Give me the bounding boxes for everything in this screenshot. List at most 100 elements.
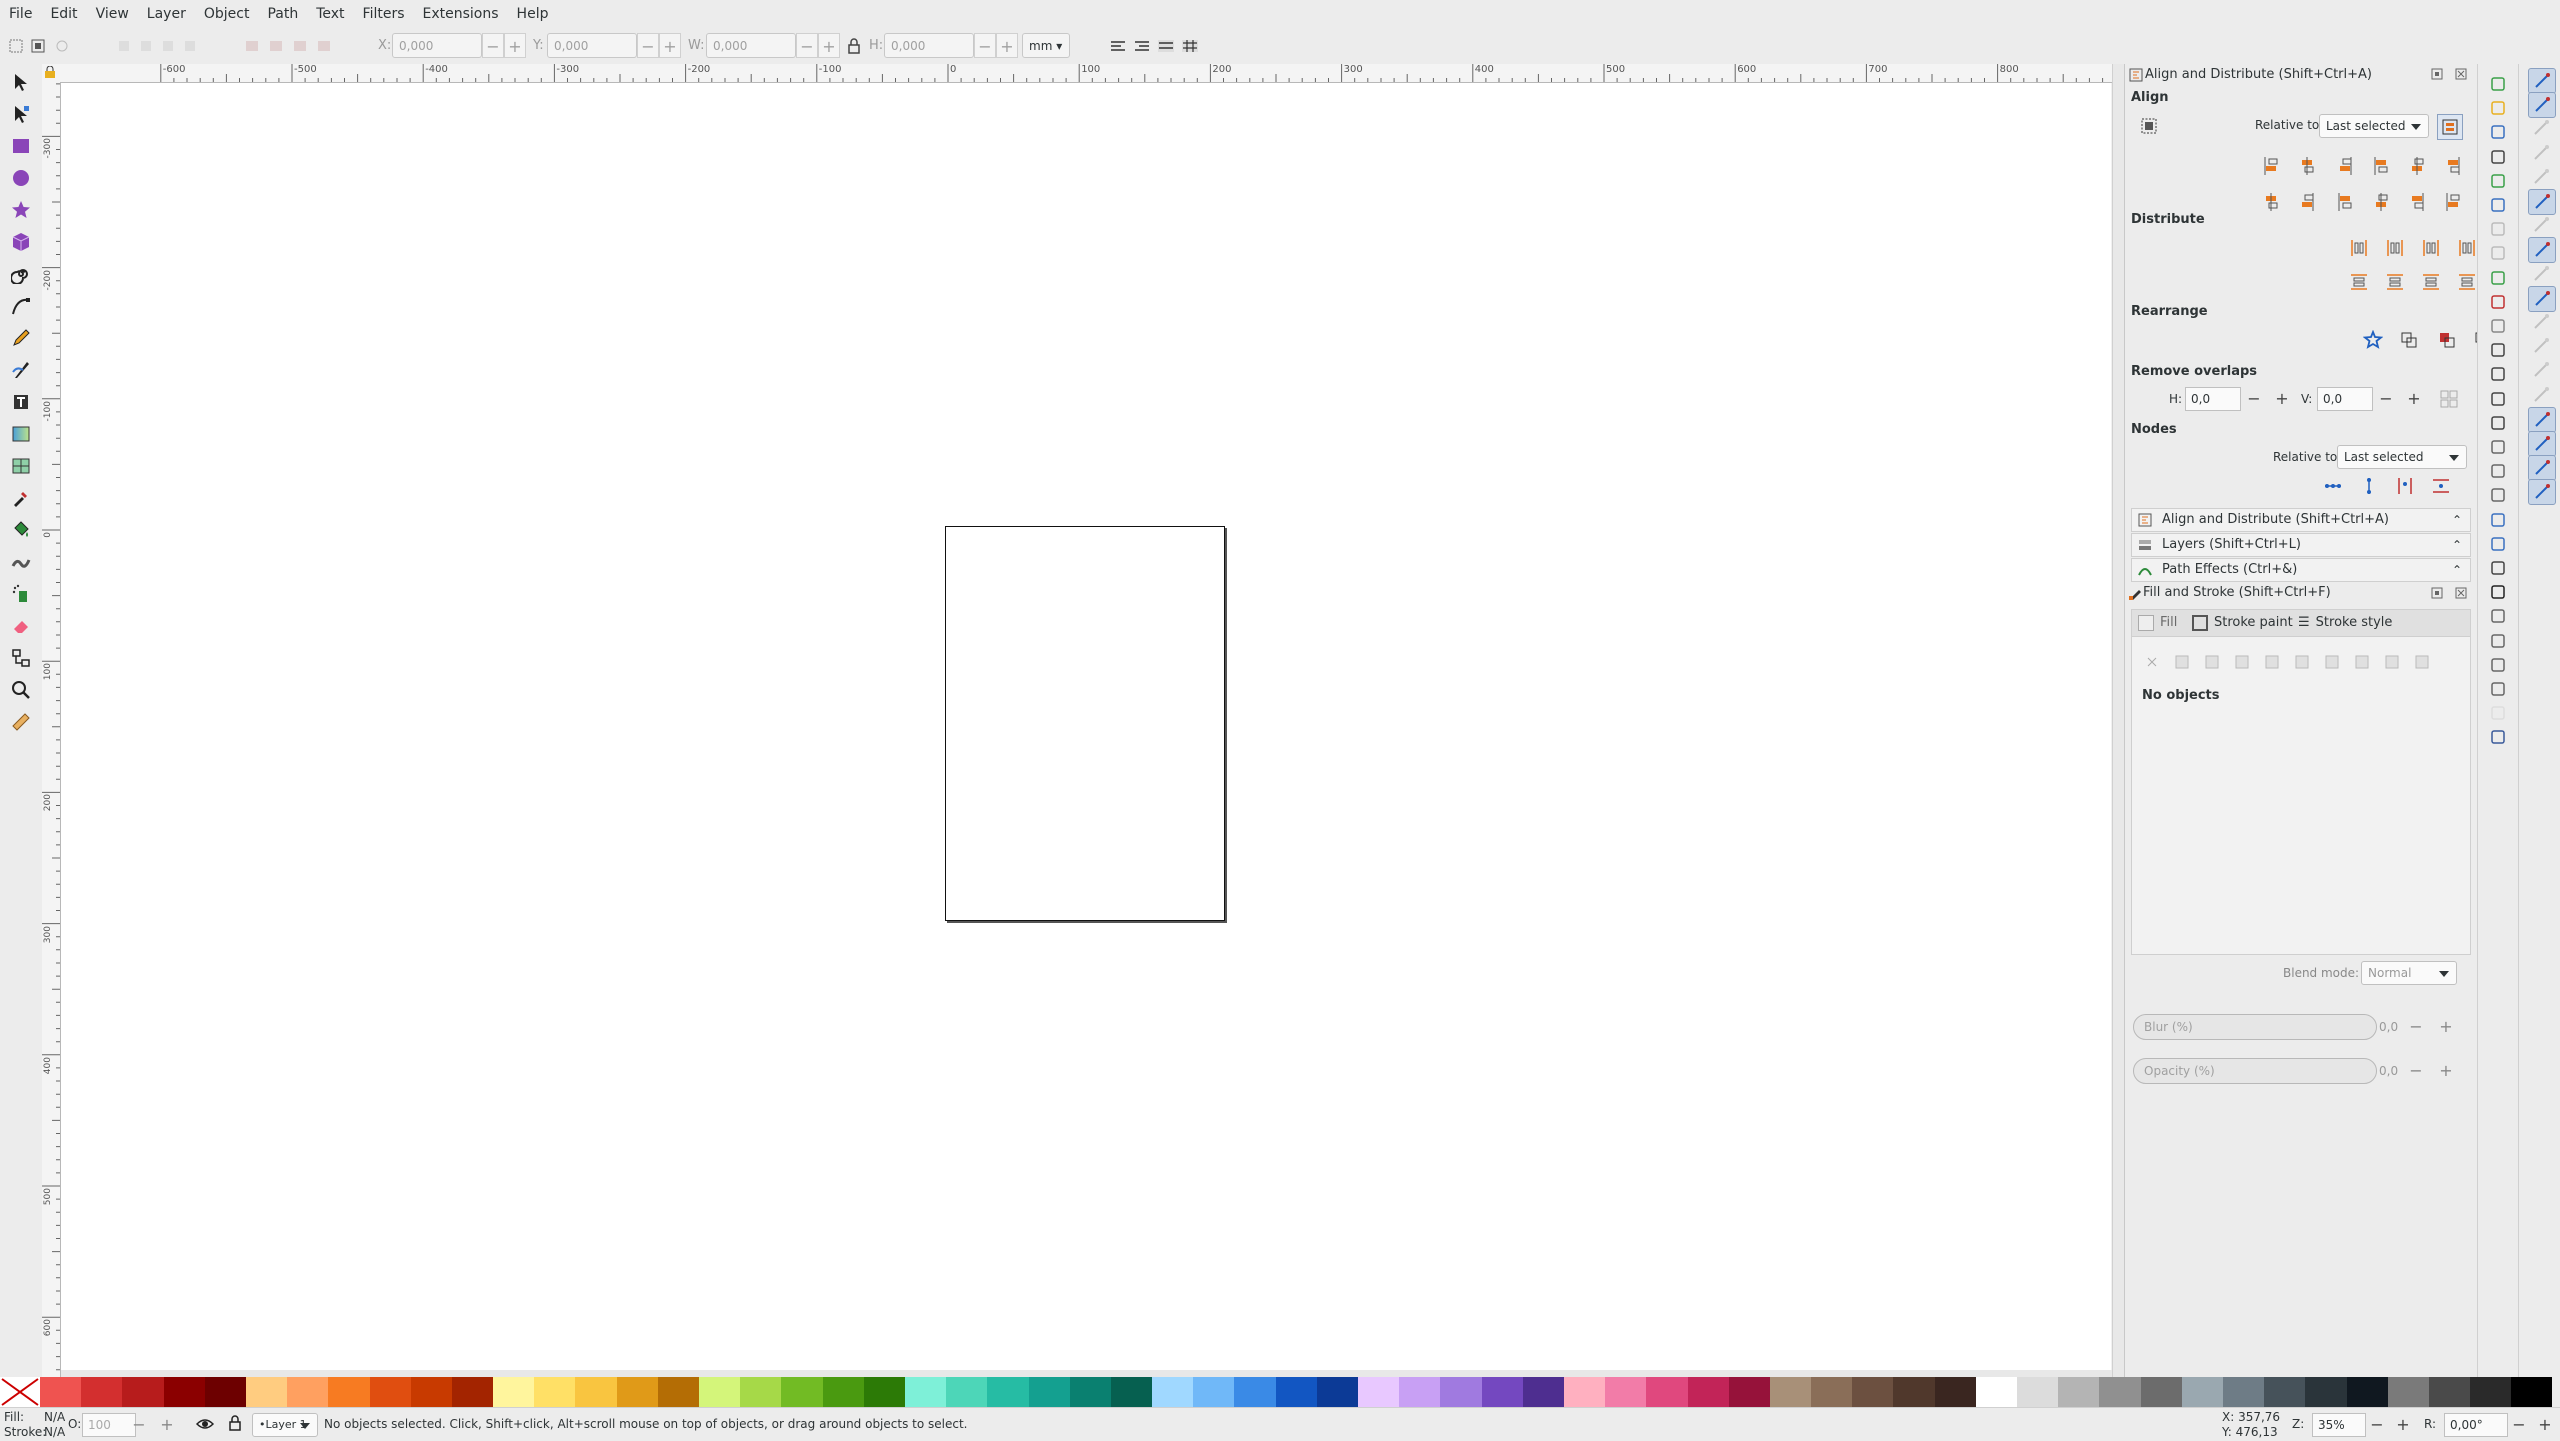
heart-icon[interactable] xyxy=(2410,650,2434,674)
h-field[interactable]: 0,000 xyxy=(884,33,974,58)
palette-swatch[interactable] xyxy=(2305,1377,2347,1407)
gradient-tool-icon[interactable] xyxy=(7,420,35,448)
palette-swatch[interactable] xyxy=(1152,1377,1194,1407)
x-increment-button[interactable]: + xyxy=(504,33,526,58)
overlap-h-field[interactable]: 0,0 xyxy=(2185,387,2241,411)
exchange-positions-icon[interactable] xyxy=(2361,328,2385,352)
palette-swatch[interactable] xyxy=(2470,1377,2512,1407)
palette-swatch[interactable] xyxy=(1275,1377,1317,1407)
snap-object-center-icon[interactable] xyxy=(2528,358,2554,382)
palette-swatch[interactable] xyxy=(2140,1377,2182,1407)
lock-proportions-icon[interactable] xyxy=(842,34,866,58)
menu-layer[interactable]: Layer xyxy=(138,0,195,28)
palette-swatch[interactable] xyxy=(1646,1377,1688,1407)
zoom-tool-icon[interactable] xyxy=(7,676,35,704)
rotation-field[interactable]: 0,00° xyxy=(2444,1413,2508,1437)
close-icon[interactable] xyxy=(2455,68,2467,84)
transform-patterns-icon[interactable] xyxy=(1178,34,1202,58)
nodes-relative-select[interactable]: Last selected xyxy=(2337,445,2467,469)
rectangle-tool-icon[interactable] xyxy=(7,132,35,160)
overlap-h-decrement[interactable]: − xyxy=(2243,387,2265,411)
duplicate-icon[interactable] xyxy=(2488,437,2508,457)
palette-swatch[interactable] xyxy=(1728,1377,1770,1407)
align-right-edges-icon[interactable] xyxy=(2371,154,2395,178)
xml-editor-icon[interactable] xyxy=(2488,631,2508,651)
paint-bucket-tool-icon[interactable] xyxy=(7,516,35,544)
connector-tool-icon[interactable] xyxy=(7,644,35,672)
no-paint-icon[interactable] xyxy=(2140,650,2164,674)
tweak-tool-icon[interactable] xyxy=(7,548,35,576)
distribute-nodes-vertical-icon[interactable] xyxy=(2429,474,2453,498)
distribute-bottom-edges-icon[interactable] xyxy=(2419,270,2443,294)
snap-text-baseline-icon[interactable] xyxy=(2528,406,2556,433)
rotate-cw-icon[interactable] xyxy=(134,34,158,58)
align-top-edges-icon[interactable] xyxy=(2297,190,2321,214)
snap-nodes-icon[interactable] xyxy=(2528,213,2554,237)
palette-swatch[interactable] xyxy=(245,1377,288,1407)
zoom-selection-icon[interactable] xyxy=(2488,340,2508,360)
tab-stroke-style[interactable]: ☰ Stroke style xyxy=(2298,610,2392,636)
ellipse-tool-icon[interactable] xyxy=(7,164,35,192)
undock-icon[interactable] xyxy=(2431,68,2443,84)
palette-swatch[interactable] xyxy=(204,1377,246,1407)
collapsed-path-effects-dialog[interactable]: Path Effects (Ctrl+&) ⌃ xyxy=(2131,558,2471,582)
palette-swatch[interactable] xyxy=(822,1377,864,1407)
distribute-left-edges-icon[interactable] xyxy=(2347,236,2371,260)
palette-swatch[interactable] xyxy=(1769,1377,1812,1407)
palette-swatch[interactable] xyxy=(1975,1377,2017,1407)
palette-swatch[interactable] xyxy=(946,1377,988,1407)
zoom-page-icon[interactable] xyxy=(2488,389,2508,409)
redo-icon[interactable] xyxy=(2488,243,2508,263)
paste-icon[interactable] xyxy=(2488,316,2508,336)
pencil-tool-icon[interactable] xyxy=(7,324,35,352)
blend-mode-select[interactable]: Normal xyxy=(2361,961,2457,985)
collapsed-layers-dialog[interactable]: Layers (Shift+Ctrl+L) ⌃ xyxy=(2131,533,2471,557)
exchange-stacking-order-icon[interactable] xyxy=(2435,328,2459,352)
unlink-clone-icon[interactable] xyxy=(2488,485,2508,505)
distribute-top-edges-icon[interactable] xyxy=(2347,270,2371,294)
document-page[interactable] xyxy=(945,526,1225,921)
flip-horizontal-icon[interactable] xyxy=(156,34,180,58)
snap-bbox-center-icon[interactable] xyxy=(2528,189,2556,215)
deselect-icon[interactable] xyxy=(50,34,74,58)
undo-icon[interactable] xyxy=(2488,219,2508,239)
mesh-gradient-icon[interactable] xyxy=(2260,650,2284,674)
layer-visibility-icon[interactable] xyxy=(195,1416,215,1436)
remove-overlaps-icon[interactable] xyxy=(2437,387,2461,411)
opacity-slider[interactable]: Opacity (%) xyxy=(2133,1058,2377,1084)
palette-swatch[interactable] xyxy=(122,1377,164,1407)
mesh-tool-icon[interactable] xyxy=(7,452,35,480)
export-icon[interactable] xyxy=(2488,195,2508,215)
overlap-v-field[interactable]: 0,0 xyxy=(2317,387,2373,411)
text-font-icon[interactable] xyxy=(2488,582,2508,602)
open-icon[interactable] xyxy=(2488,98,2508,118)
palette-swatch[interactable] xyxy=(2264,1377,2306,1407)
select-all-icon[interactable] xyxy=(4,34,28,58)
tab-fill[interactable]: Fill xyxy=(2138,610,2177,636)
palette-swatch[interactable] xyxy=(2222,1377,2265,1407)
align-baseline-text-icon[interactable] xyxy=(2443,154,2467,178)
clone-icon[interactable] xyxy=(2488,461,2508,481)
palette-swatch[interactable] xyxy=(657,1377,699,1407)
w-decrement-button[interactable]: − xyxy=(796,33,818,58)
eraser-tool-icon[interactable] xyxy=(7,612,35,640)
measure-tool-icon[interactable] xyxy=(7,708,35,736)
overlap-v-increment[interactable]: + xyxy=(2403,387,2425,411)
palette-swatch[interactable] xyxy=(534,1377,576,1407)
align-nodes-horizontal-icon[interactable] xyxy=(2321,474,2345,498)
center-vertical-axis-icon[interactable] xyxy=(2335,154,2359,178)
y-field[interactable]: 0,000 xyxy=(547,33,637,58)
h-decrement-button[interactable]: − xyxy=(974,33,996,58)
menu-path[interactable]: Path xyxy=(258,0,307,28)
palette-swatch[interactable] xyxy=(1811,1377,1853,1407)
palette-swatch[interactable] xyxy=(616,1377,658,1407)
transform-gradients-icon[interactable] xyxy=(1154,34,1178,58)
3d-box-tool-icon[interactable] xyxy=(7,228,35,256)
palette-swatch[interactable] xyxy=(2511,1377,2553,1407)
snap-cusp-icon[interactable] xyxy=(2528,285,2556,312)
blur-decrement[interactable]: − xyxy=(2405,1015,2427,1039)
palette-swatch[interactable] xyxy=(1193,1377,1235,1407)
horizontal-ruler[interactable]: -600 -500 -400 -300 -200 -100 0 100 200 300 400 500… xyxy=(42,64,2112,83)
layer-lock-icon[interactable] xyxy=(228,1415,242,1435)
snap-enable-icon[interactable] xyxy=(2528,68,2556,94)
